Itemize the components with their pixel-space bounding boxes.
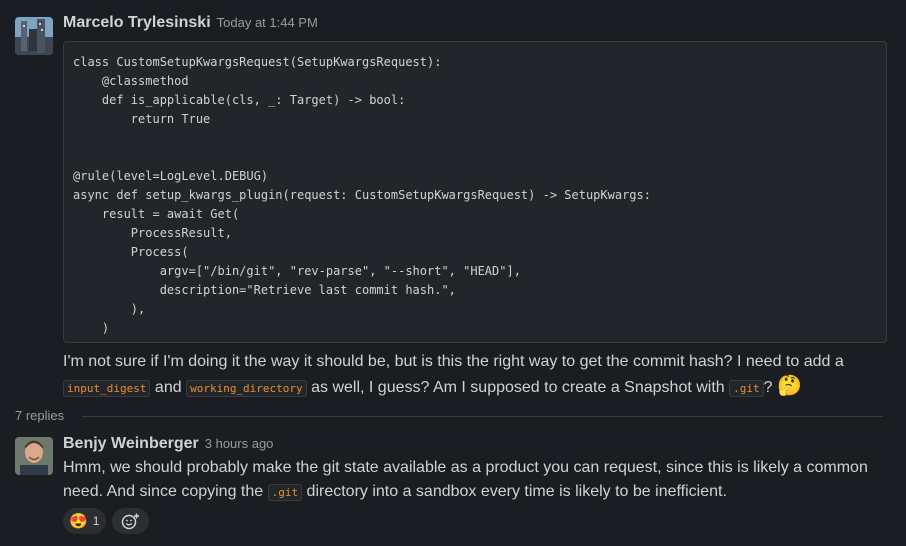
- text-segment: I'm not sure if I'm doing it the way it …: [63, 353, 844, 370]
- author-name[interactable]: Benjy Weinberger: [63, 435, 199, 452]
- avatar-marcelo[interactable]: [15, 17, 53, 55]
- timestamp[interactable]: 3 hours ago: [205, 436, 274, 451]
- code-block: class CustomSetupKwargsRequest(SetupKwar…: [63, 41, 887, 343]
- avatar-image: [15, 437, 53, 475]
- inline-code-input-digest: input_digest: [63, 380, 151, 397]
- add-reaction-icon: [121, 513, 139, 530]
- message-marcelo: Marcelo Trylesinski Today at 1:44 PM clas…: [0, 0, 906, 400]
- inline-code-working-directory: working_directory: [186, 380, 307, 397]
- replies-divider: [82, 416, 883, 417]
- reaction-count: 1: [92, 514, 100, 528]
- inline-code-git: .git: [267, 484, 303, 501]
- text-segment: as well, I guess? Am I supposed to creat…: [306, 379, 730, 396]
- thread-replies-link[interactable]: 7 replies: [15, 408, 64, 423]
- heart-eyes-emoji: 😍: [69, 513, 88, 530]
- inline-code-git: .git: [729, 380, 764, 397]
- text-segment: ?: [763, 379, 773, 396]
- add-reaction-button[interactable]: [112, 508, 149, 534]
- message-text: Hmm, we should probably make the git sta…: [63, 456, 893, 505]
- avatar-benjy[interactable]: [15, 437, 53, 475]
- avatar-image: [15, 17, 53, 55]
- reaction-heart-eyes[interactable]: 😍 1: [63, 508, 106, 534]
- author-name[interactable]: Marcelo Trylesinski: [63, 14, 211, 31]
- timestamp[interactable]: Today at 1:44 PM: [217, 15, 318, 30]
- thinking-face-emoji: 🤔: [777, 375, 802, 397]
- text-segment: and: [150, 379, 187, 396]
- message-text: I'm not sure if I'm doing it the way it …: [63, 350, 893, 401]
- text-segment: directory into a sandbox every time is l…: [302, 483, 727, 500]
